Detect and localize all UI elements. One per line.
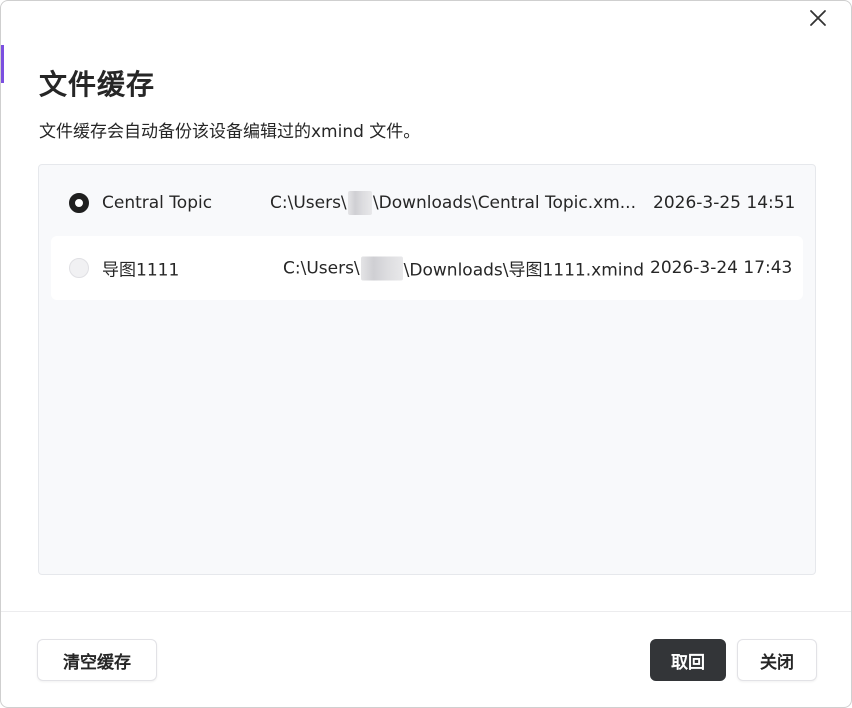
path-suffix: \Downloads\导图1111.xmind xyxy=(403,260,645,281)
file-cache-dialog: 文件缓存 文件缓存会自动备份该设备编辑过的xmind 文件。 Central T… xyxy=(0,0,852,708)
path-prefix: C:\Users\ xyxy=(283,258,360,278)
redacted-username xyxy=(347,191,372,215)
path-prefix: C:\Users\ xyxy=(270,193,347,213)
file-date: 2026-3-24 17:43 xyxy=(650,258,793,278)
close-button[interactable]: 关闭 xyxy=(737,639,817,681)
close-icon-glyph xyxy=(810,10,826,26)
file-row[interactable]: Central Topic C:\Users\ \Downloads\Centr… xyxy=(51,171,803,235)
clear-cache-button[interactable]: 清空缓存 xyxy=(37,639,157,681)
footer-divider xyxy=(1,611,851,612)
file-row[interactable]: 导图1111 C:\Users\ \Downloads\导图1111.xmind… xyxy=(51,236,803,300)
close-icon[interactable] xyxy=(807,7,829,29)
file-name: Central Topic xyxy=(102,193,213,213)
dialog-subtitle: 文件缓存会自动备份该设备编辑过的xmind 文件。 xyxy=(39,122,421,142)
file-date: 2026-3-25 14:51 xyxy=(653,193,796,213)
file-path: C:\Users\ \Downloads\导图1111.xmind xyxy=(283,256,644,281)
file-name: 导图1111 xyxy=(102,260,180,281)
path-suffix: \Downloads\Central Topic.xm... xyxy=(372,193,636,213)
restore-button[interactable]: 取回 xyxy=(650,639,726,681)
redacted-username xyxy=(360,256,403,280)
radio-unselected[interactable] xyxy=(69,258,89,278)
dialog-title: 文件缓存 xyxy=(39,68,156,101)
file-list: Central Topic C:\Users\ \Downloads\Centr… xyxy=(38,164,816,575)
accent-strip xyxy=(1,45,4,83)
file-path: C:\Users\ \Downloads\Central Topic.xm... xyxy=(270,191,636,215)
radio-selected[interactable] xyxy=(69,193,89,213)
